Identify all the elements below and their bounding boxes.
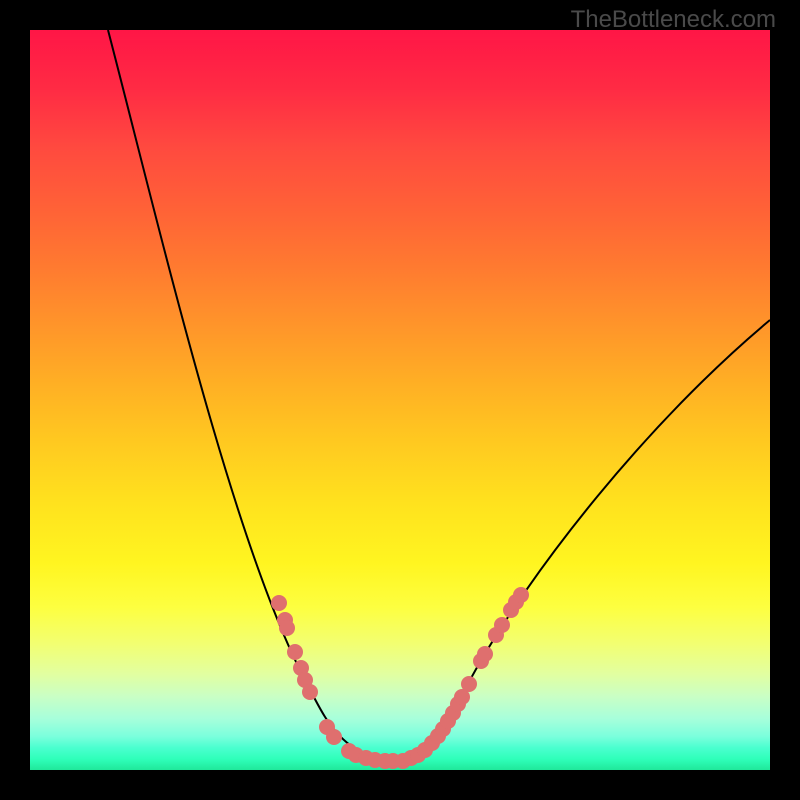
- chart-svg: [30, 30, 770, 770]
- attribution-text: TheBottleneck.com: [571, 6, 776, 34]
- data-marker: [494, 617, 510, 633]
- data-marker: [302, 684, 318, 700]
- data-marker: [271, 595, 287, 611]
- marker-group: [271, 587, 529, 769]
- data-marker: [326, 729, 342, 745]
- v-curve-path: [108, 30, 770, 760]
- data-marker: [279, 620, 295, 636]
- data-marker: [513, 587, 529, 603]
- curve-group: [108, 30, 770, 760]
- data-marker: [477, 646, 493, 662]
- plot-area: [30, 30, 770, 770]
- data-marker: [461, 676, 477, 692]
- data-marker: [287, 644, 303, 660]
